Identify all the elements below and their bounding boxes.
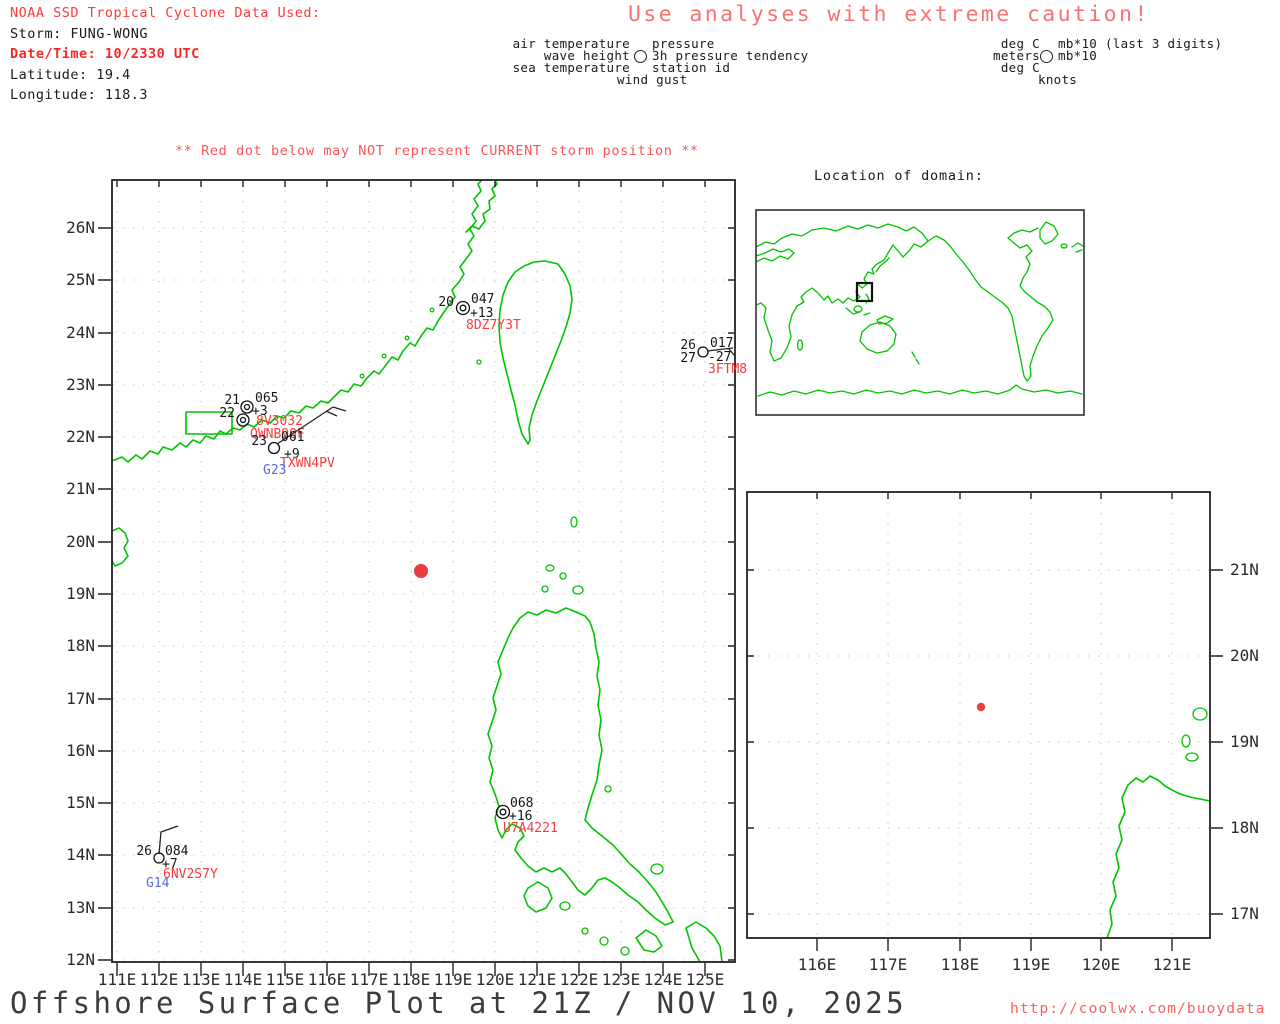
storm-position-dot [414, 564, 428, 578]
station-id: U7A4221 [503, 821, 558, 836]
main-grid-horizontal [113, 227, 734, 961]
inset-right-ticks [1211, 569, 1223, 915]
coastline-taiwan [498, 260, 573, 445]
station-pressure: 061 [281, 430, 304, 445]
lat-tick-label: 22N [66, 427, 95, 446]
caution-banner: Use analyses with extreme caution! [628, 2, 1150, 27]
station-id: TXWN4PV [280, 456, 335, 471]
station-air-temp: 23 [251, 434, 267, 449]
station-air-temp: 22 [219, 406, 235, 421]
station-air-temp: 20 [438, 295, 454, 310]
station-id: 3FTM8 [708, 362, 747, 377]
legend-unit-degc-sea: deg C [1000, 60, 1040, 75]
inset-lon-axis: 116E 117E 118E 119E 120E 121E [798, 955, 1192, 974]
station-sea-temp: 27 [680, 351, 696, 366]
legend-sea-temperature: sea temperature [512, 60, 630, 75]
station-air-temp: 26 [136, 844, 152, 859]
station-pressure: 017 [710, 336, 733, 351]
lat-tick-label: 21N [66, 479, 95, 498]
lat-tick-label: 24N [66, 323, 95, 342]
lon-tick-label: 117E [869, 955, 908, 974]
station-plot-8DZ7Y3T: 20 047 +13 8DZ7Y3T [438, 292, 521, 333]
lat-tick-label: 19N [1230, 732, 1259, 751]
inset-grid-horizontal [748, 569, 1209, 915]
latitude-line: Latitude: 19.4 [10, 67, 131, 83]
legend-unit-knots: knots [1038, 72, 1078, 87]
coastline-mindoro [523, 881, 553, 913]
main-left-ticks [98, 227, 111, 961]
lat-tick-label: 12N [66, 950, 95, 969]
station-pressure: 047 [471, 292, 494, 307]
station-plot-3FTM8: 26 27 017 -27 3FTM8 [680, 336, 747, 377]
lat-tick-label: 13N [66, 898, 95, 917]
lat-tick-label: 15N [66, 793, 95, 812]
coastline-zhejiang [465, 180, 498, 233]
lat-tick-label: 21N [1230, 560, 1259, 579]
datetime-line: Date/Time: 10/2330 UTC [10, 46, 200, 62]
main-top-ticks [116, 181, 706, 187]
coastline-samar [685, 921, 723, 962]
coastline-luzon [487, 607, 674, 926]
inset-frame [746, 491, 1211, 939]
lat-tick-label: 14N [66, 845, 95, 864]
station-gust: G14 [146, 876, 170, 891]
longitude-line: Longitude: 118.3 [10, 87, 149, 103]
station-plot-6NV2S7Y: 26 084 +7 6NV2S7Y G14 [136, 825, 218, 891]
coastline-masbate [635, 929, 663, 953]
lat-tick-label: 17N [1230, 904, 1259, 923]
storm-name-line: Storm: FUNG-WONG [10, 26, 149, 42]
lat-tick-label: 18N [1230, 818, 1259, 837]
lat-tick-label: 26N [66, 218, 95, 237]
lon-tick-label: 119E [1012, 955, 1051, 974]
lon-tick-label: 120E [1082, 955, 1121, 974]
station-gust: G23 [263, 463, 286, 478]
lat-tick-label: 16N [66, 741, 95, 760]
inset-left-ticks [748, 569, 754, 915]
lat-tick-label: 18N [66, 636, 95, 655]
storm-position-dot-inset [976, 702, 986, 712]
lon-tick-label: 116E [798, 955, 837, 974]
lat-tick-label: 20N [1230, 646, 1259, 665]
plot-title: Offshore Surface Plot at 21Z / NOV 10, 2… [10, 986, 907, 1020]
coastline-leizhou-hainan [112, 527, 129, 567]
main-lat-axis: 26N 25N 24N 23N 22N 21N 20N 19N 18N 17N … [66, 218, 95, 969]
source-url-link[interactable]: http://coolwx.com/buoydata [1010, 1001, 1266, 1017]
world-coastlines [756, 221, 1084, 397]
main-grid-vertical [116, 181, 706, 961]
main-map: 26N 25N 24N 23N 22N 21N 20N 19N 18N 17N … [66, 179, 747, 989]
inset-bottom-ticks [816, 939, 1173, 951]
lat-tick-label: 23N [66, 375, 95, 394]
legend-wind-gust: wind gust [617, 72, 688, 87]
world-inset-frame [755, 209, 1085, 416]
world-inset-title: Location of domain: [814, 168, 984, 184]
lat-tick-label: 19N [66, 584, 95, 603]
lat-tick-label: 25N [66, 270, 95, 289]
offshore-surface-plot-page: 26N 25N 24N 23N 22N 21N 20N 19N 18N 17N … [0, 0, 1280, 1024]
lat-tick-label: 17N [66, 689, 95, 708]
station-circle-icon [1040, 50, 1053, 63]
station-circle-icon [634, 50, 647, 63]
station-plot-U7A4221: 068 +16 U7A4221 [495, 796, 558, 836]
station-id: 8DZ7Y3T [466, 318, 521, 333]
lat-tick-label: 20N [66, 532, 95, 551]
station-tendency: +3 [252, 404, 268, 419]
legend-unit-tendency: mb*10 [1058, 48, 1098, 63]
zoom-inset-map: 116E 117E 118E 119E 120E 121E 21N 20N 19… [746, 491, 1259, 974]
station-id: 6NV2S7Y [163, 867, 218, 882]
world-inset [755, 209, 1085, 416]
inset-top-ticks [816, 493, 1173, 499]
noaa-data-line: NOAA SSD Tropical Cyclone Data Used: [10, 5, 321, 21]
lon-tick-label: 121E [1153, 955, 1192, 974]
lon-tick-label: 118E [941, 955, 980, 974]
inset-lat-axis: 21N 20N 19N 18N 17N [1230, 560, 1259, 923]
red-dot-warning: ** Red dot below may NOT represent CURRE… [175, 143, 699, 159]
